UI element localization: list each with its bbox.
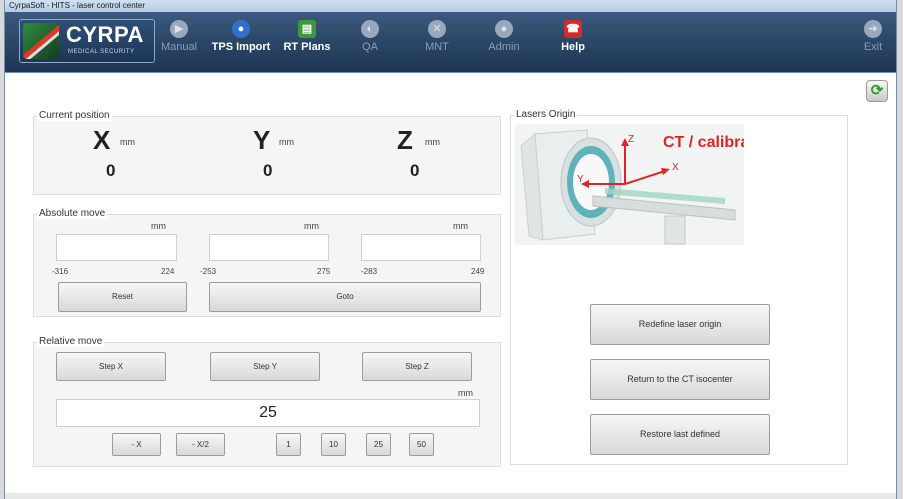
redefine-laser-origin-button[interactable]: Redefine laser origin xyxy=(590,304,770,345)
exit-icon: ➜ xyxy=(864,20,882,38)
absolute-z-input[interactable] xyxy=(361,234,481,261)
help-label: Help xyxy=(561,41,585,53)
mnt-label: MNT xyxy=(425,41,449,53)
x-axis-label: X xyxy=(93,125,111,155)
tps-import-button[interactable]: ● TPS Import xyxy=(208,20,274,68)
logo-name: CYRPA xyxy=(66,22,144,47)
y-value: 0 xyxy=(263,161,273,180)
exit-label: Exit xyxy=(863,41,883,53)
logo-subtitle: MEDICAL SECURITY xyxy=(68,49,135,55)
status-bar xyxy=(5,493,896,499)
current-position-panel: Current position X mm 0 Y mm 0 Z mm 0 xyxy=(33,110,501,195)
ct-calibration-label: CT / calibration xyxy=(663,134,744,151)
step-value-input[interactable]: 25 xyxy=(56,399,480,427)
admin-label: Admin xyxy=(488,41,520,53)
y-axis-label: Y xyxy=(253,125,271,155)
restore-last-defined-button[interactable]: Restore last defined xyxy=(590,414,770,455)
relative-move-panel: Relative move Step X Step Y Step Z mm 25… xyxy=(33,336,501,467)
rt-plans-button[interactable]: ▤ RT Plans xyxy=(278,20,336,68)
minus-x-half-button[interactable]: - X/2 xyxy=(176,433,225,456)
absolute-x-input[interactable] xyxy=(56,234,177,261)
z-axis-label: Z xyxy=(397,125,413,155)
tps-import-label: TPS Import xyxy=(211,41,271,53)
x-value: 0 xyxy=(106,161,116,180)
abs-z-max: 249 xyxy=(471,267,485,276)
qa-label: QA xyxy=(362,41,378,53)
abs-z-unit: mm xyxy=(453,221,468,231)
axis-x-label: X xyxy=(672,162,679,173)
phone-icon: ☎ xyxy=(564,20,582,38)
qa-icon: ◐ xyxy=(361,20,379,38)
abs-y-unit: mm xyxy=(304,221,319,231)
play-icon: ▶ xyxy=(170,20,188,38)
user-icon: ● xyxy=(495,20,513,38)
preset-10-button[interactable]: 10 xyxy=(321,433,346,456)
help-button[interactable]: ☎ Help xyxy=(555,20,591,68)
preset-50-button[interactable]: 50 xyxy=(409,433,434,456)
step-y-button[interactable]: Step Y xyxy=(210,352,320,381)
main-window: CyrpaSoft - HITS - laser control center … xyxy=(4,0,897,499)
mnt-button[interactable]: ✕ MNT xyxy=(417,20,457,68)
ct-scanner-image: Z X Y CT / calibration xyxy=(515,124,744,245)
relative-move-title: Relative move xyxy=(37,336,105,347)
admin-button[interactable]: ● Admin xyxy=(482,20,526,68)
abs-z-min: -283 xyxy=(361,267,378,276)
lasers-origin-panel: Lasers Origin Z X Y CT / calibr Redefine… xyxy=(510,109,848,465)
absolute-move-title: Absolute move xyxy=(37,208,108,219)
minus-x-button[interactable]: - X xyxy=(112,433,161,456)
lasers-origin-title: Lasers Origin xyxy=(514,109,578,120)
rt-plans-icon: ▤ xyxy=(298,20,316,38)
exit-button[interactable]: ➜ Exit xyxy=(856,20,890,68)
rt-plans-label: RT Plans xyxy=(283,41,331,53)
toolbar: CYRPA MEDICAL SECURITY ▶ Manual ● TPS Im… xyxy=(5,12,896,73)
axis-z-label: Z xyxy=(628,134,634,145)
preset-1-button[interactable]: 1 xyxy=(276,433,301,456)
return-to-isocenter-button[interactable]: Return to the CT isocenter xyxy=(590,359,770,400)
goto-button[interactable]: Goto xyxy=(209,282,481,312)
step-x-button[interactable]: Step X xyxy=(56,352,166,381)
z-unit: mm xyxy=(425,137,440,147)
step-z-button[interactable]: Step Z xyxy=(362,352,472,381)
refresh-icon[interactable]: ⟳ xyxy=(866,80,888,102)
current-position-title: Current position xyxy=(37,110,112,121)
step-unit: mm xyxy=(458,388,473,398)
tools-icon: ✕ xyxy=(428,20,446,38)
y-unit: mm xyxy=(279,137,294,147)
absolute-y-input[interactable] xyxy=(209,234,329,261)
qa-button[interactable]: ◐ QA xyxy=(352,20,388,68)
window-title: CyrpaSoft - HITS - laser control center xyxy=(5,0,896,12)
z-value: 0 xyxy=(410,161,420,180)
x-unit: mm xyxy=(120,137,135,147)
manual-label: Manual xyxy=(160,41,198,53)
reset-button[interactable]: Reset xyxy=(58,282,187,312)
import-icon: ● xyxy=(232,20,250,38)
absolute-move-panel: Absolute move mm mm mm -316 224 -253 275… xyxy=(33,208,501,317)
logo-mark-icon xyxy=(23,23,59,59)
abs-x-min: -316 xyxy=(52,267,69,276)
abs-x-max: 224 xyxy=(161,267,175,276)
abs-y-max: 275 xyxy=(317,267,331,276)
abs-y-min: -253 xyxy=(200,267,217,276)
abs-x-unit: mm xyxy=(151,221,166,231)
preset-25-button[interactable]: 25 xyxy=(366,433,391,456)
axis-y-label: Y xyxy=(577,174,584,185)
manual-button[interactable]: ▶ Manual xyxy=(155,20,203,68)
cyrpa-logo: CYRPA MEDICAL SECURITY xyxy=(19,19,155,63)
